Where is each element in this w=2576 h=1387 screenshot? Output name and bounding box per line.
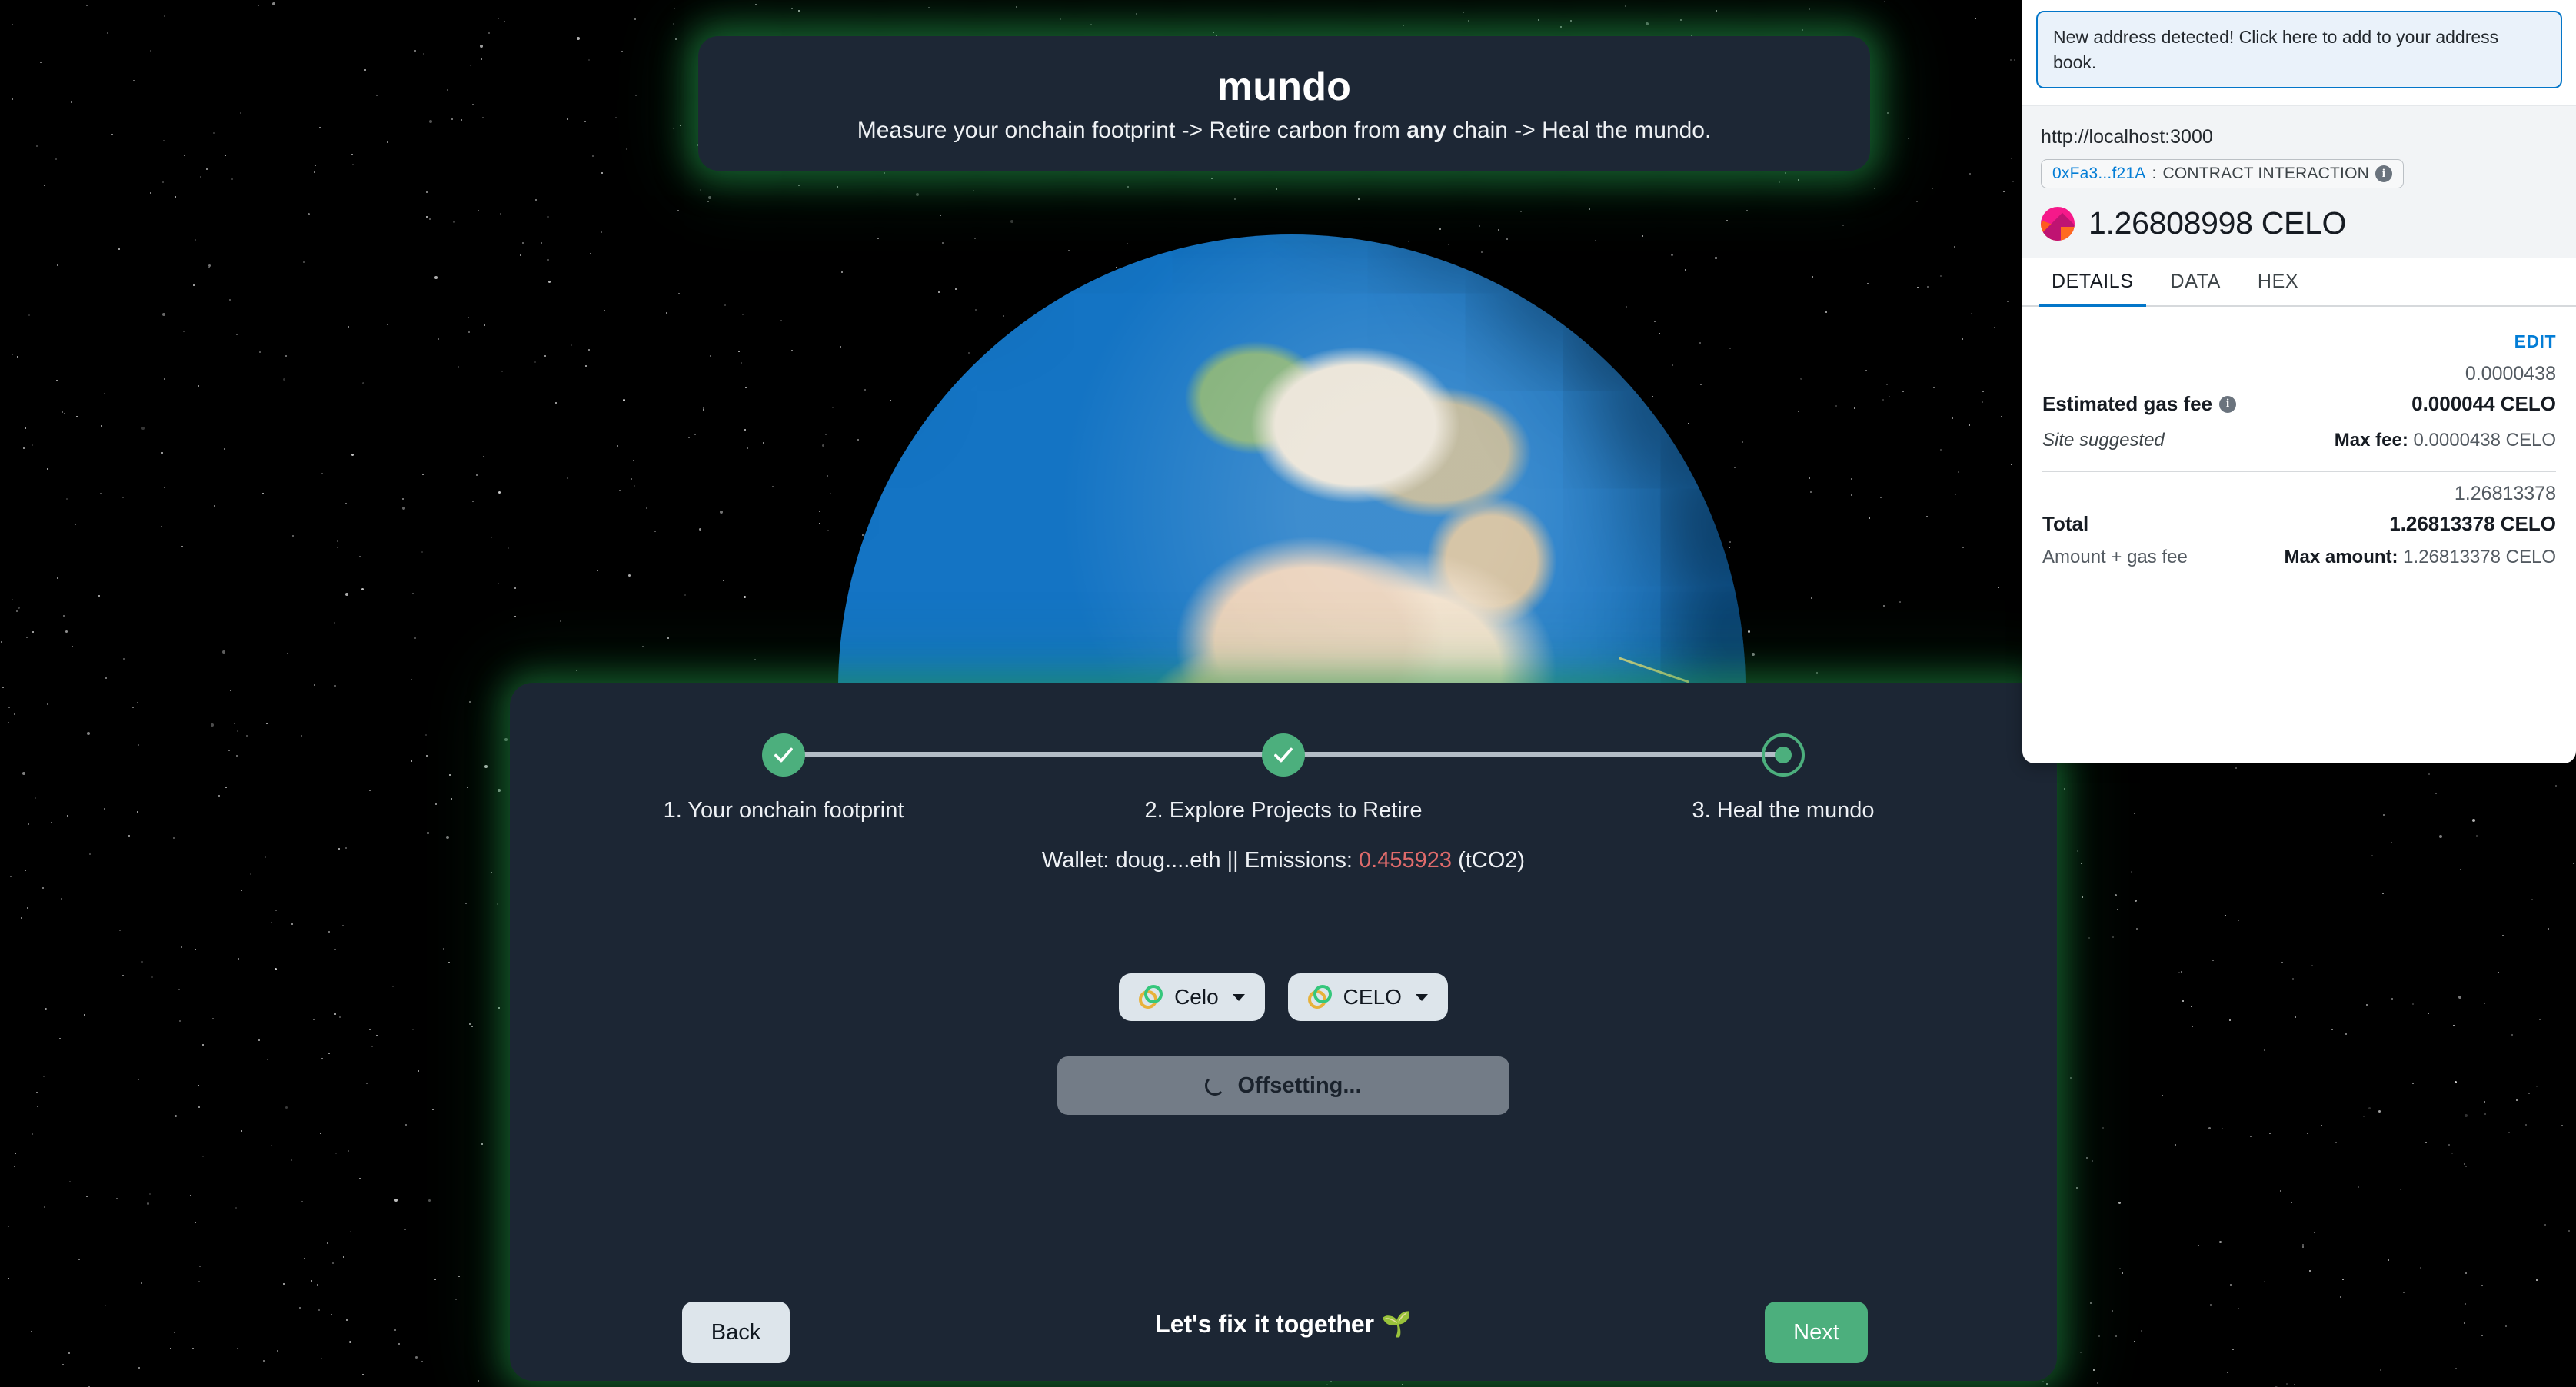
offsetting-button[interactable]: Offsetting... bbox=[1057, 1056, 1509, 1115]
contract-interaction-pill[interactable]: 0xFa3...f21A : CONTRACT INTERACTION i bbox=[2041, 159, 2404, 189]
total-row: Total 1.26813378 1.26813378 CELO bbox=[2042, 483, 2556, 536]
gas-fee-subrow: Site suggested Max fee: 0.0000438 CELO bbox=[2042, 430, 2556, 451]
back-button[interactable]: Back bbox=[682, 1302, 790, 1363]
details-panel: EDIT Estimated gas fee i 0.0000438 0.000… bbox=[2022, 307, 2576, 568]
max-amount-group: Max amount: 1.26813378 CELO bbox=[2284, 547, 2556, 568]
app-root: mundo Measure your onchain footprint -> … bbox=[0, 0, 2576, 1387]
transaction-amount-row: 1.26808998 CELO bbox=[2041, 205, 2558, 241]
wallet-prefix: Wallet: doug....eth || Emissions: bbox=[1041, 848, 1360, 873]
chain-selector-label: Celo bbox=[1174, 985, 1219, 1009]
total-amount: 1.26813378 CELO bbox=[2389, 512, 2556, 536]
dot-icon bbox=[1762, 733, 1805, 777]
stepper-step-1[interactable] bbox=[762, 733, 805, 777]
transaction-type-label: CONTRACT INTERACTION bbox=[2162, 165, 2369, 183]
selector-row: Celo CELO bbox=[510, 973, 2057, 1021]
new-address-toast[interactable]: New address detected! Click here to add … bbox=[2036, 11, 2562, 89]
info-icon[interactable]: i bbox=[2375, 165, 2392, 183]
chain-selector[interactable]: Celo bbox=[1119, 973, 1265, 1021]
page-title: mundo bbox=[1216, 64, 1352, 109]
divider bbox=[2042, 471, 2556, 473]
edit-gas-button[interactable]: EDIT bbox=[2042, 331, 2556, 352]
offsetting-button-label: Offsetting... bbox=[1237, 1073, 1362, 1098]
wallet-emissions-summary: Wallet: doug....eth || Emissions: 0.4559… bbox=[1042, 848, 1525, 873]
gas-fee-values: 0.0000438 0.000044 CELO bbox=[2411, 363, 2556, 416]
metamask-tabs: DETAILS DATA HEX bbox=[2022, 258, 2576, 308]
stepper-label-2: 2. Explore Projects to Retire bbox=[1144, 798, 1423, 823]
metamask-confirmation-popup: New address detected! Click here to add … bbox=[2022, 0, 2576, 763]
chevron-down-icon bbox=[1232, 993, 1245, 1001]
contract-address[interactable]: 0xFa3...f21A bbox=[2052, 165, 2145, 183]
check-icon bbox=[1262, 733, 1305, 777]
total-native: 1.26813378 bbox=[2454, 483, 2556, 505]
token-selector-label: CELO bbox=[1343, 985, 1402, 1009]
origin-url: http://localhost:3000 bbox=[2041, 126, 2213, 148]
metamask-header: http://localhost:3000 0xFa3...f21A : CON… bbox=[2022, 105, 2576, 259]
emissions-unit: (tCO2) bbox=[1452, 848, 1526, 873]
max-fee-group: Max fee: 0.0000438 CELO bbox=[2335, 430, 2556, 451]
check-icon bbox=[762, 733, 805, 777]
progress-stepper: 1. Your onchain footprint 2. Explore Pro… bbox=[510, 683, 2057, 829]
gas-fee-row: Estimated gas fee i 0.0000438 0.000044 C… bbox=[2042, 363, 2556, 416]
gas-fee-amount: 0.000044 CELO bbox=[2411, 392, 2556, 416]
tagline-part-2: chain -> Heal the mundo. bbox=[1446, 117, 1712, 143]
gas-fee-label: Estimated gas fee bbox=[2042, 392, 2213, 416]
stepper-step-3[interactable] bbox=[1762, 733, 1805, 777]
max-fee-value: 0.0000438 CELO bbox=[2413, 430, 2556, 451]
tagline-emphasis: any bbox=[1406, 117, 1446, 143]
brand-header-card: mundo Measure your onchain footprint -> … bbox=[698, 36, 1870, 171]
tab-data[interactable]: DATA bbox=[2158, 258, 2233, 307]
tab-hex[interactable]: HEX bbox=[2245, 258, 2311, 307]
tagline-part-1: Measure your onchain footprint -> Retire… bbox=[857, 117, 1407, 143]
max-amount-value: 1.26813378 CELO bbox=[2403, 547, 2556, 568]
avatar bbox=[2041, 206, 2075, 241]
token-selector[interactable]: CELO bbox=[1287, 973, 1448, 1021]
gas-fee-label-group: Estimated gas fee i bbox=[2042, 392, 2237, 416]
celo-logo-icon bbox=[1307, 985, 1333, 1009]
loading-spinner-icon bbox=[1205, 1076, 1226, 1096]
stepper-step-2[interactable] bbox=[1262, 733, 1305, 777]
info-icon[interactable]: i bbox=[2219, 395, 2237, 413]
footer-slogan: Let's fix it together 🌱 bbox=[1155, 1310, 1412, 1338]
max-fee-label: Max fee: bbox=[2334, 430, 2408, 451]
total-values: 1.26813378 1.26813378 CELO bbox=[2389, 483, 2556, 536]
gas-fee-native: 0.0000438 bbox=[2465, 363, 2556, 385]
total-subrow: Amount + gas fee Max amount: 1.26813378 … bbox=[2042, 547, 2556, 568]
stepper-label-3: 3. Heal the mundo bbox=[1692, 798, 1875, 823]
brand-tagline: Measure your onchain footprint -> Retire… bbox=[857, 118, 1712, 144]
amount-plus-gas-label: Amount + gas fee bbox=[2042, 547, 2188, 568]
emissions-value: 0.455923 bbox=[1359, 848, 1453, 873]
celo-logo-icon bbox=[1139, 985, 1163, 1009]
max-amount-label: Max amount: bbox=[2284, 547, 2398, 568]
globe-orbit-arc bbox=[1619, 657, 1689, 684]
stepper-label-1: 1. Your onchain footprint bbox=[663, 798, 904, 823]
site-suggested-label: Site suggested bbox=[2042, 430, 2165, 451]
next-button[interactable]: Next bbox=[1765, 1302, 1868, 1363]
transaction-amount: 1.26808998 CELO bbox=[2088, 205, 2347, 241]
chevron-down-icon bbox=[1415, 993, 1428, 1001]
tab-details[interactable]: DETAILS bbox=[2039, 258, 2146, 308]
pill-separator: : bbox=[2152, 165, 2157, 183]
total-label: Total bbox=[2042, 512, 2089, 536]
main-panel: 1. Your onchain footprint 2. Explore Pro… bbox=[510, 683, 2057, 1381]
